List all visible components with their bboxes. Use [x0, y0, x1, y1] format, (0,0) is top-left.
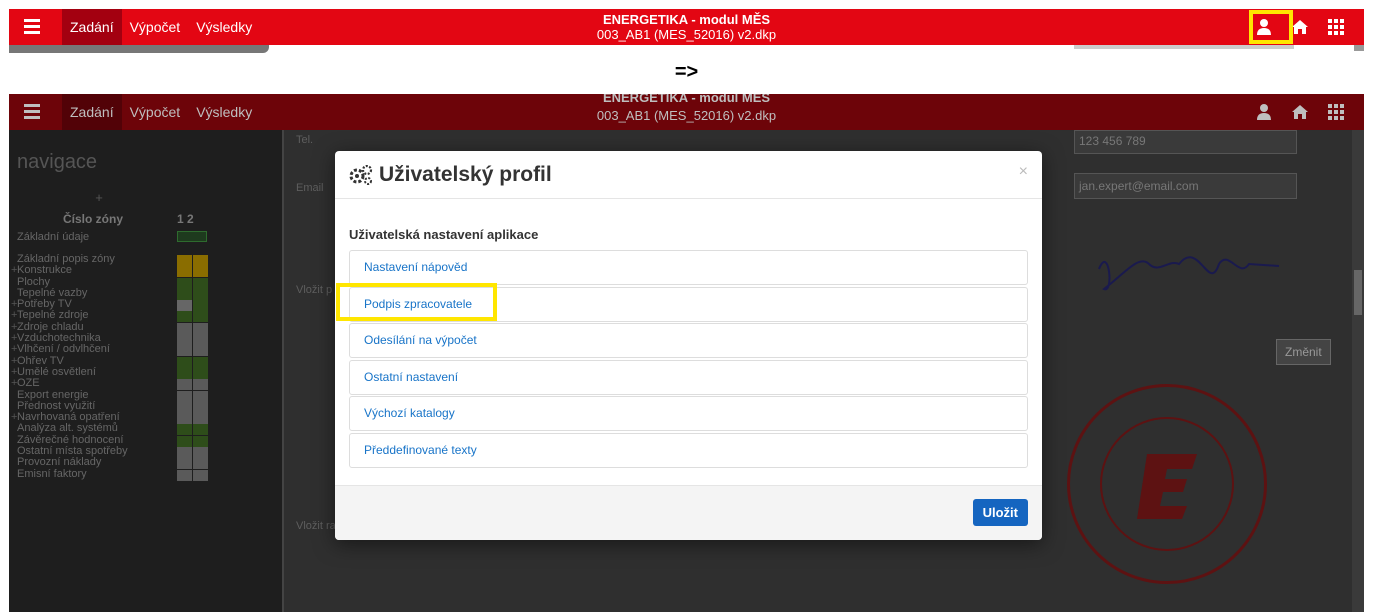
nav-item-label: OZE [17, 377, 40, 390]
stamp-label: Vložit ra [296, 520, 336, 532]
zone-status-cell[interactable] [177, 231, 207, 242]
nav-item-label: Ostatní místa spotřeby [17, 445, 128, 458]
nav-item-label: Závěrečné hodnocení [17, 433, 124, 446]
nav-item-label: Základní údaje [17, 231, 90, 243]
dimmed-app: Zadání Výpočet Výsledky ENERGETIKA - mod… [9, 94, 1364, 612]
nav-item-label: Vzduchotechnika [17, 332, 101, 345]
zone-status-cell[interactable] [193, 469, 208, 481]
close-icon[interactable]: × [1019, 163, 1028, 181]
nav-item-label: Potřeby TV [17, 298, 72, 311]
zone-numbers: 1 2 [177, 212, 194, 226]
email-field[interactable]: jan.expert@email.com [1074, 173, 1297, 199]
app-title-line2: 003_AB1 (MES_52016) v2.dkp [596, 27, 777, 42]
stamp-image [1067, 384, 1267, 584]
highlight-signature-item [336, 283, 497, 321]
home-icon-dimmed [1282, 94, 1318, 130]
nav-item-label: Ohřev TV [17, 354, 64, 367]
apps-grid-icon-dimmed [1318, 94, 1354, 130]
nav-item-label: Základní popis zóny [17, 253, 115, 265]
change-button[interactable]: Změnit [1276, 339, 1331, 365]
zone-status-cell[interactable] [177, 469, 192, 481]
zone-label: Číslo zóny [62, 212, 123, 226]
nav-item-label: Tepelné vazby [17, 286, 88, 299]
modal-title: Uživatelský profil [379, 163, 552, 186]
tel-field[interactable]: 123 456 789 [1074, 130, 1297, 154]
user-icon-dimmed [1246, 94, 1282, 130]
nav-item-label: Tepelné zdroje [17, 309, 89, 322]
settings-item-help[interactable]: Nastavení nápověd [349, 250, 1028, 285]
add-zone-button[interactable]: + [9, 190, 189, 208]
app-title-line1: ENERGETIKA - modul MĚS [602, 12, 771, 27]
nav-item[interactable]: Emisní faktory [9, 467, 282, 481]
signature-image [1098, 256, 1280, 291]
signature-label: Vložit p [296, 284, 333, 296]
nav-item-label: Vlhčení / odvlhčení [17, 343, 110, 356]
nav-item[interactable]: Základní údaje [9, 230, 282, 252]
nav-item-label: Plochy [17, 275, 51, 288]
nav-item-label: Analýza alt. systémů [17, 422, 118, 435]
nav-item[interactable]: + Umělé osvětlení [9, 365, 282, 379]
app-title-line1-dimmed: ENERGETIKA - modul MĚS [602, 94, 771, 105]
highlight-user-icon [1249, 10, 1293, 44]
modal-subtitle: Uživatelská nastavení aplikace [349, 227, 539, 242]
nav-item-label: Přednost využití [17, 399, 96, 412]
gears-icon [349, 165, 373, 185]
settings-item-other[interactable]: Ostatní nastavení [349, 359, 1028, 395]
nav-item-label: Export energie [17, 388, 89, 401]
nav-item-label: Konstrukce [17, 264, 73, 277]
navigation-panel: navigace + Číslo zóny 1 2 Základní údaje… [9, 130, 284, 612]
nav-item-label: Zdroje chladu [17, 320, 84, 333]
app-title-line2-dimmed: 003_AB1 (MES_52016) v2.dkp [596, 108, 777, 123]
tel-label: Tel. [296, 134, 314, 146]
apps-grid-icon[interactable] [1318, 9, 1354, 45]
nav-item-label: Umělé osvětlení [17, 365, 96, 378]
app-header: Zadání Výpočet Výsledky ENERGETIKA - mod… [9, 9, 1364, 45]
nav-item-label: Emisní faktory [17, 467, 87, 480]
nav-item-label: Provozní náklady [17, 456, 102, 469]
scrollbar[interactable] [1352, 130, 1364, 612]
nav-item-label: Navrhovaná opatření [17, 411, 120, 424]
user-profile-modal: Uživatelský profil × Uživatelská nastave… [335, 151, 1042, 540]
app-title: ENERGETIKA - modul MĚS 003_AB1 (MES_5201… [9, 12, 1364, 42]
content-edge [9, 45, 1364, 57]
settings-item-texts[interactable]: Předdefinované texty [349, 432, 1028, 468]
app-header-dimmed: Zadání Výpočet Výsledky ENERGETIKA - mod… [9, 94, 1364, 130]
nav-heading: navigace [17, 151, 98, 173]
email-label: Email [296, 182, 324, 194]
settings-item-catalogs[interactable]: Výchozí katalogy [349, 396, 1028, 432]
arrow-separator: => [674, 61, 699, 83]
settings-item-sending[interactable]: Odesílání na výpočet [349, 323, 1028, 359]
save-button[interactable]: Uložit [972, 499, 1028, 526]
